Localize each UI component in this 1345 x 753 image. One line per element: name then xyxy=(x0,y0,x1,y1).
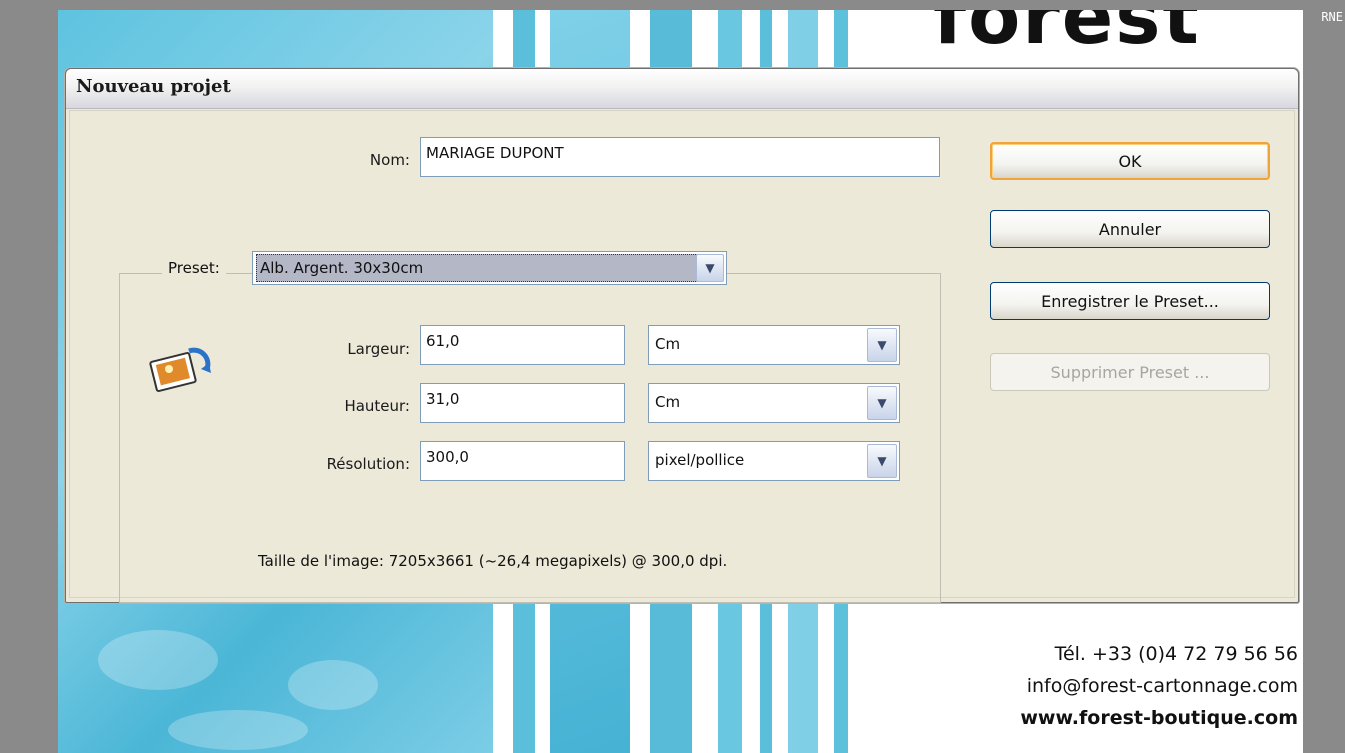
name-label: Nom: xyxy=(369,151,410,169)
resolution-input[interactable]: 300,0 xyxy=(420,441,625,481)
image-size-info: Taille de l'image: 7205x3661 (~26,4 mega… xyxy=(258,552,728,570)
dialog-body: Nom: MARIAGE DUPONT Preset: Alb. Argent.… xyxy=(69,110,1295,603)
height-unit-select[interactable]: Cm ▼ xyxy=(648,383,900,423)
width-unit-value: Cm xyxy=(655,335,681,353)
preset-selected-value: Alb. Argent. 30x30cm xyxy=(256,254,698,282)
new-project-dialog: Nouveau projet Nom: MARIAGE DUPONT Prese… xyxy=(65,68,1299,603)
preset-label: Preset: xyxy=(162,259,226,289)
save-preset-button[interactable]: Enregistrer le Preset... xyxy=(990,282,1270,320)
ok-button[interactable]: OK xyxy=(990,142,1270,180)
width-label: Largeur: xyxy=(347,340,410,358)
resolution-unit-dropdown-icon[interactable]: ▼ xyxy=(867,444,897,478)
resolution-unit-select[interactable]: pixel/pollice ▼ xyxy=(648,441,900,481)
contact-block: Tél. +33 (0)4 72 79 56 56 info@forest-ca… xyxy=(938,638,1298,734)
corner-text: RNE xyxy=(1321,10,1343,24)
preset-dropdown-icon[interactable]: ▼ xyxy=(696,254,724,282)
dialog-title: Nouveau projet xyxy=(76,76,231,97)
name-input[interactable]: MARIAGE DUPONT xyxy=(420,137,940,177)
resolution-unit-value: pixel/pollice xyxy=(655,451,745,469)
contact-website: www.forest-boutique.com xyxy=(1020,707,1298,729)
cancel-button[interactable]: Annuler xyxy=(990,210,1270,248)
contact-email: info@forest-cartonnage.com xyxy=(1026,675,1298,697)
contact-phone: Tél. +33 (0)4 72 79 56 56 xyxy=(1054,643,1298,665)
preset-select[interactable]: Alb. Argent. 30x30cm ▼ xyxy=(252,251,727,285)
width-input[interactable]: 61,0 xyxy=(420,325,625,365)
height-label: Hauteur: xyxy=(344,397,410,415)
height-input[interactable]: 31,0 xyxy=(420,383,625,423)
delete-preset-button: Supprimer Preset ... xyxy=(990,353,1270,391)
forest-logo: forest xyxy=(933,10,1201,61)
width-unit-select[interactable]: Cm ▼ xyxy=(648,325,900,365)
height-unit-value: Cm xyxy=(655,393,681,411)
height-unit-dropdown-icon[interactable]: ▼ xyxy=(867,386,897,420)
image-resize-icon xyxy=(149,347,211,392)
resolution-label: Résolution: xyxy=(326,455,410,473)
width-unit-dropdown-icon[interactable]: ▼ xyxy=(867,328,897,362)
dialog-titlebar[interactable]: Nouveau projet xyxy=(66,69,1298,109)
